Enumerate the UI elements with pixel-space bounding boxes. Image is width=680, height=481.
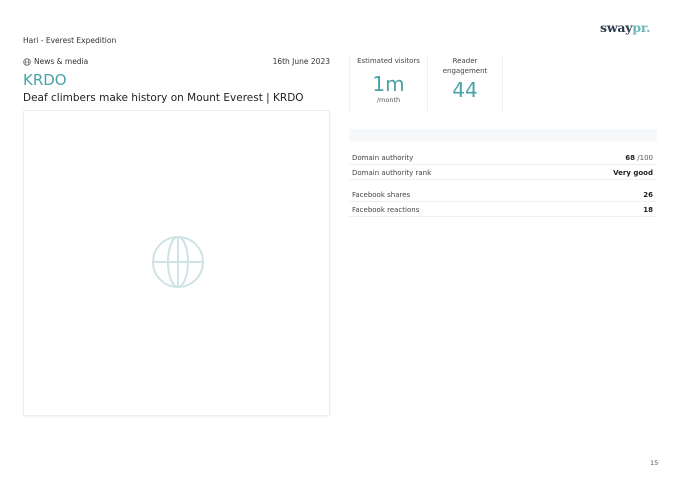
metric-value: 68 /100	[625, 154, 653, 162]
metric-label: Facebook reactions	[352, 205, 420, 214]
metric-suffix: /100	[635, 153, 653, 162]
metric-label: Domain authority	[352, 153, 414, 162]
estimated-visitors-stat: Estimated visitors 1m /month	[349, 55, 427, 113]
engagement-value: 44	[452, 78, 478, 102]
metric-value: Very good	[613, 168, 653, 177]
metric-label: Facebook shares	[352, 190, 411, 199]
report-title: Hari - Everest Expedition	[23, 36, 117, 45]
article-headline: Deaf climbers make history on Mount Ever…	[23, 92, 304, 104]
article-date: 16th June 2023	[272, 57, 330, 66]
visitors-label: Estimated visitors	[357, 57, 420, 65]
swaypr-logo: swaypr.	[600, 20, 651, 35]
globe-icon	[152, 236, 204, 288]
metric-value: 26	[643, 190, 653, 199]
metrics-header-band	[349, 129, 657, 141]
reader-engagement-stat: Reader engagement 44	[427, 55, 503, 113]
logo-part-1: sway	[600, 20, 633, 35]
metric-number: 68	[625, 153, 636, 162]
visitors-unit: /month	[376, 95, 401, 104]
metric-row-facebook-reactions: Facebook reactions 18	[349, 203, 657, 217]
metric-row-domain-authority-rank: Domain authority rank Very good	[349, 166, 657, 180]
logo-part-2: pr.	[632, 20, 651, 35]
article-image-placeholder	[23, 110, 330, 416]
page-number: 15	[650, 459, 659, 467]
outlet-name: KRDO	[23, 71, 67, 89]
category-label: News & media	[34, 57, 89, 66]
metric-row-domain-authority: Domain authority 68 /100	[349, 151, 657, 165]
globe-icon	[23, 57, 31, 66]
engagement-label: Reader engagement	[442, 57, 488, 75]
metric-label: Domain authority rank	[352, 168, 432, 177]
metric-value: 18	[643, 205, 653, 214]
article-category: News & media	[23, 57, 88, 66]
metric-row-facebook-shares: Facebook shares 26	[349, 188, 657, 202]
visitors-value: 1m	[372, 71, 405, 96]
